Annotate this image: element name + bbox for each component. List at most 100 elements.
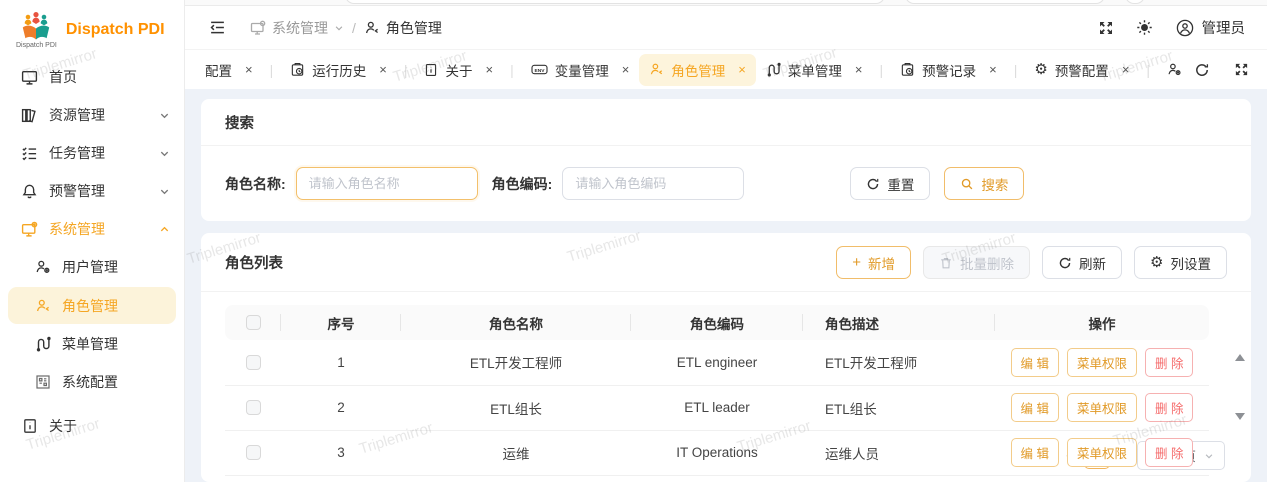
collapse-sidebar-icon[interactable] xyxy=(209,19,226,36)
add-button[interactable]: + 新增 xyxy=(836,246,911,279)
menu-permission-button[interactable]: 菜单权限 xyxy=(1067,393,1137,422)
cell-seq: 1 xyxy=(281,340,401,385)
sidebar: Dispatch PDI Dispatch PDI 首页 资源管理 任务管理 xyxy=(0,0,185,482)
close-icon[interactable]: × xyxy=(989,62,997,77)
sidebar-item-task[interactable]: 任务管理 xyxy=(0,134,184,172)
tab-run-history[interactable]: 运行历史 × xyxy=(280,54,397,86)
tab-label: 关于 xyxy=(445,60,472,80)
column-header-role-code: 角色编码 xyxy=(631,305,803,340)
close-icon[interactable]: × xyxy=(245,62,253,77)
search-buttons: 重置 搜索 xyxy=(850,167,1024,200)
search-card: 搜索 角色名称: 角色编码: 重置 搜索 xyxy=(201,99,1251,221)
menu-permission-button[interactable]: 菜单权限 xyxy=(1067,438,1137,467)
sidebar-item-about[interactable]: 关于 xyxy=(0,407,184,445)
refresh-icon[interactable] xyxy=(1194,62,1210,78)
user-gear-icon xyxy=(1167,62,1182,77)
close-icon[interactable]: × xyxy=(622,62,630,77)
tab-alert-config[interactable]: ⚙ 预警配置 × xyxy=(1024,54,1139,86)
sidebar-item-menu-management[interactable]: 菜单管理 xyxy=(0,325,184,363)
delete-button[interactable]: 删 除 xyxy=(1145,393,1193,422)
close-icon[interactable]: × xyxy=(485,62,493,77)
theme-sun-icon[interactable] xyxy=(1136,19,1153,36)
sidebar-item-home[interactable]: 首页 xyxy=(0,58,184,96)
main-header: 系统管理 角色管理 管理员 xyxy=(185,6,1267,49)
scroll-up-arrow[interactable] xyxy=(1235,354,1245,361)
header-actions: 管理员 xyxy=(1098,17,1246,38)
cell-seq: 3 xyxy=(281,430,401,475)
fullscreen-icon[interactable] xyxy=(1234,62,1249,77)
top-strip-notch xyxy=(905,0,1105,4)
scroll-down-arrow[interactable] xyxy=(1235,413,1245,420)
breadcrumb-parent-label: 系统管理 xyxy=(272,18,328,38)
breadcrumb-parent[interactable]: 系统管理 xyxy=(250,18,344,38)
trash-icon xyxy=(939,256,953,270)
column-settings-button[interactable]: ⚙ 列设置 xyxy=(1134,246,1227,279)
fullscreen-icon[interactable] xyxy=(1098,20,1114,36)
edit-button[interactable]: 编 辑 xyxy=(1011,348,1059,377)
role-person-icon xyxy=(649,62,664,77)
close-icon[interactable]: × xyxy=(379,62,387,77)
row-checkbox[interactable] xyxy=(246,445,261,460)
refresh-button-label: 刷新 xyxy=(1079,253,1106,273)
top-strip-notch xyxy=(1125,0,1145,4)
clipboard-clock-icon xyxy=(900,62,915,77)
row-checkbox[interactable] xyxy=(246,400,261,415)
cell-role-desc: ETL开发工程师 xyxy=(803,340,995,385)
edit-button[interactable]: 编 辑 xyxy=(1011,393,1059,422)
chevron-down-icon xyxy=(159,186,170,197)
tab-role-management[interactable]: 角色管理 × xyxy=(639,54,756,86)
delete-button[interactable]: 删 除 xyxy=(1145,438,1193,467)
tab-divider xyxy=(404,62,408,78)
row-checkbox[interactable] xyxy=(246,355,261,370)
close-icon[interactable]: × xyxy=(738,62,746,77)
cell-seq: 2 xyxy=(281,385,401,430)
tab-label: 预警记录 xyxy=(922,60,976,80)
tab-about[interactable]: 关于 × xyxy=(414,54,503,86)
refresh-button[interactable]: 刷新 xyxy=(1042,246,1122,279)
sidebar-item-system[interactable]: 系统管理 xyxy=(0,210,184,248)
tab-alert-records[interactable]: 预警记录 × xyxy=(890,54,1007,86)
role-list-card: 角色列表 + 新增 批量删除 刷新 xyxy=(201,233,1251,482)
role-code-input[interactable] xyxy=(562,167,744,200)
sidebar-item-resource[interactable]: 资源管理 xyxy=(0,96,184,134)
sidebar-item-role-management[interactable]: 角色管理 xyxy=(8,287,176,324)
tab-divider xyxy=(270,62,274,78)
cell-role-name: 运维 xyxy=(401,430,631,475)
route-icon xyxy=(766,62,781,77)
cell-role-name: ETL组长 xyxy=(401,385,631,430)
sidebar-item-label: 菜单管理 xyxy=(62,334,118,354)
role-name-input[interactable] xyxy=(296,167,478,200)
menu-permission-button[interactable]: 菜单权限 xyxy=(1067,348,1137,377)
tab-label: 配置 xyxy=(205,60,232,80)
tab-variable-management[interactable]: ENV 变量管理 × xyxy=(521,54,640,86)
role-name-label: 角色名称: xyxy=(225,174,286,194)
table-row: 1 ETL开发工程师 ETL engineer ETL开发工程师 编 辑菜单权限… xyxy=(225,340,1209,385)
tab-menu-management[interactable]: 菜单管理 × xyxy=(756,54,873,86)
table-row: 2 ETL组长 ETL leader ETL组长 编 辑菜单权限删 除 xyxy=(225,385,1209,430)
tab-user-management-partial[interactable] xyxy=(1157,56,1192,83)
batch-delete-button[interactable]: 批量删除 xyxy=(923,246,1030,279)
gear-icon: ⚙ xyxy=(1150,255,1163,270)
sidebar-item-label: 系统管理 xyxy=(49,219,105,239)
delete-button[interactable]: 删 除 xyxy=(1145,348,1193,377)
close-icon[interactable]: × xyxy=(855,62,863,77)
role-person-icon xyxy=(364,20,380,36)
top-strip xyxy=(185,0,1267,6)
brand-header: Dispatch PDI Dispatch PDI xyxy=(0,0,184,58)
reset-button-label: 重置 xyxy=(887,174,914,194)
close-icon[interactable]: × xyxy=(1122,62,1130,77)
search-button[interactable]: 搜索 xyxy=(944,167,1024,200)
sidebar-item-alert[interactable]: 预警管理 xyxy=(0,172,184,210)
select-all-checkbox[interactable] xyxy=(246,315,261,330)
reset-button[interactable]: 重置 xyxy=(850,167,930,200)
user-menu[interactable]: 管理员 xyxy=(1175,17,1246,38)
tab-config[interactable]: 配置 × xyxy=(195,54,263,86)
role-person-icon xyxy=(34,297,52,315)
tab-label: 预警配置 xyxy=(1055,60,1109,80)
edit-button[interactable]: 编 辑 xyxy=(1011,438,1059,467)
books-icon xyxy=(20,106,39,125)
sidebar-item-system-config[interactable]: 系统配置 xyxy=(0,363,184,401)
search-card-title: 搜索 xyxy=(201,99,1251,146)
sidebar-item-user-management[interactable]: 用户管理 xyxy=(0,248,184,286)
sidebar-item-label: 预警管理 xyxy=(49,181,105,201)
